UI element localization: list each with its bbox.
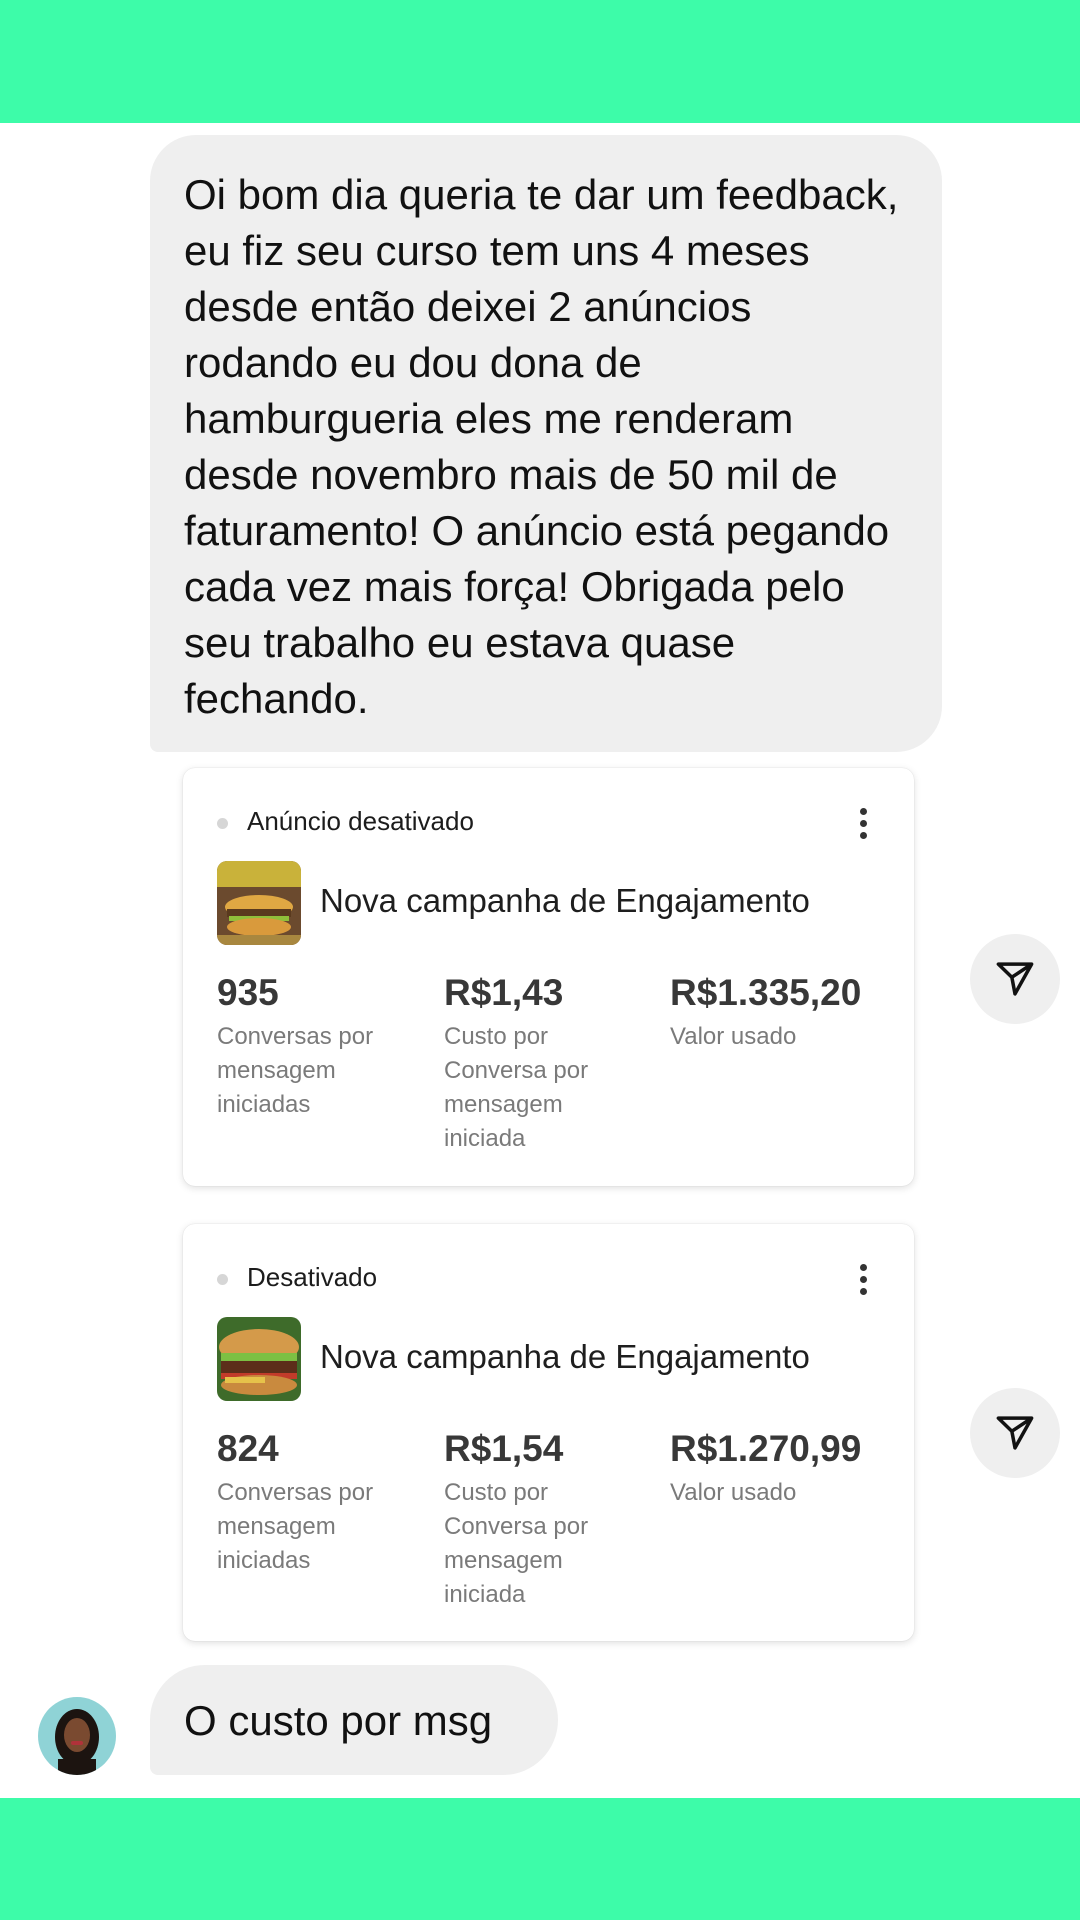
metric-label: Valor usado xyxy=(670,1479,797,1506)
ad-thumbnail xyxy=(217,1317,301,1401)
metric-label: Valor usado xyxy=(670,1023,797,1050)
share-button[interactable] xyxy=(970,934,1060,1024)
status-dot xyxy=(217,818,228,829)
metric-value: R$1.270,99 xyxy=(670,1428,862,1469)
status-dot xyxy=(217,1274,228,1285)
metric-amount-spent: R$1.270,99 Valor usado xyxy=(670,1424,880,1510)
ad-card[interactable]: Desativado Nova campanha de Engajamento … xyxy=(183,1224,914,1641)
metric-value: R$1,54 xyxy=(444,1428,564,1469)
message-text: O custo por msg xyxy=(184,1697,493,1744)
metric-conversations: 935 Conversas por mensagem iniciadas xyxy=(217,968,407,1122)
message-text: Oi bom dia queria te dar um feedback, eu… xyxy=(184,171,899,722)
ad-status: Desativado xyxy=(247,1262,378,1292)
metric-conversations: 824 Conversas por mensagem iniciadas xyxy=(217,1424,407,1578)
paper-plane-icon xyxy=(996,962,1034,996)
metric-label: Custo por Conversa por mensagem iniciada xyxy=(444,1479,589,1608)
message-bubble-reply[interactable]: O custo por msg xyxy=(150,1665,558,1775)
more-vertical-icon[interactable] xyxy=(860,1264,868,1296)
ad-thumbnail xyxy=(217,861,301,945)
metric-amount-spent: R$1.335,20 Valor usado xyxy=(670,968,880,1054)
metric-value: R$1,43 xyxy=(444,972,564,1013)
metric-label: Conversas por mensagem iniciadas xyxy=(217,1023,374,1118)
ad-card[interactable]: Anúncio desativado Nova campanha de Enga… xyxy=(183,768,914,1186)
user-avatar[interactable] xyxy=(38,1697,116,1775)
metric-value: 935 xyxy=(217,972,279,1013)
message-bubble-feedback[interactable]: Oi bom dia queria te dar um feedback, eu… xyxy=(150,135,942,752)
metric-cost-per-conversation: R$1,54 Custo por Conversa por mensagem i… xyxy=(444,1424,634,1612)
metric-label: Conversas por mensagem iniciadas xyxy=(217,1479,374,1574)
paper-plane-icon xyxy=(996,1416,1034,1450)
bottom-accent-band xyxy=(0,1798,1080,1920)
share-button[interactable] xyxy=(970,1388,1060,1478)
ad-status: Anúncio desativado xyxy=(247,806,474,836)
campaign-title: Nova campanha de Engajamento xyxy=(320,882,810,919)
metric-cost-per-conversation: R$1,43 Custo por Conversa por mensagem i… xyxy=(444,968,634,1156)
more-vertical-icon[interactable] xyxy=(860,808,868,840)
campaign-title: Nova campanha de Engajamento xyxy=(320,1338,810,1375)
top-accent-band xyxy=(0,0,1080,123)
metric-value: R$1.335,20 xyxy=(670,972,862,1013)
metric-value: 824 xyxy=(217,1428,279,1469)
metric-label: Custo por Conversa por mensagem iniciada xyxy=(444,1023,589,1152)
